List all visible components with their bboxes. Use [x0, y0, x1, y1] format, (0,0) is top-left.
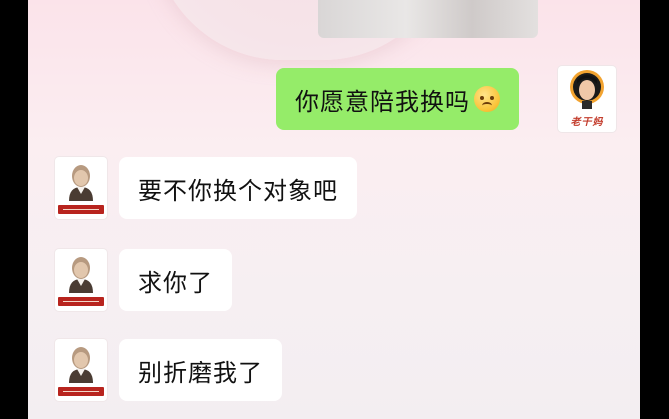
chat-bubble-incoming[interactable]: 求你了 [119, 249, 232, 311]
message-row-incoming: 要不你换个对象吧 [55, 157, 357, 219]
brand-label [58, 205, 104, 214]
contact-avatar[interactable] [55, 157, 107, 219]
portrait-icon [69, 257, 93, 293]
message-row-incoming: 求你了 [55, 249, 232, 311]
self-avatar[interactable]: 老干妈 [558, 66, 616, 132]
message-row-incoming: 别折磨我了 [55, 339, 282, 401]
brand-label [58, 387, 104, 396]
chat-screen: 你愿意陪我换吗 老干妈 要不你换个对象吧 求你了 别折磨我了 [28, 0, 640, 419]
brand-label [58, 297, 104, 306]
chat-bubble-incoming[interactable]: 别折磨我了 [119, 339, 282, 401]
portrait-icon [570, 70, 604, 109]
previous-image-thumbnail[interactable] [318, 0, 538, 38]
video-frame: 你愿意陪我换吗 老干妈 要不你换个对象吧 求你了 别折磨我了 [0, 0, 669, 419]
message-text: 求你了 [138, 268, 213, 297]
brand-logo-text: 老干妈 [570, 117, 604, 128]
self-avatar-wrap: 老干妈 [558, 66, 616, 132]
message-text: 别折磨我了 [138, 358, 263, 387]
message-text: 你愿意陪我换吗 [295, 87, 470, 116]
portrait-icon [69, 347, 93, 383]
message-text: 要不你换个对象吧 [138, 176, 338, 205]
contact-avatar[interactable] [55, 249, 107, 311]
portrait-icon [69, 165, 93, 201]
sad-face-icon [474, 86, 500, 112]
contact-avatar[interactable] [55, 339, 107, 401]
chat-bubble-outgoing[interactable]: 你愿意陪我换吗 [276, 68, 519, 130]
chat-bubble-incoming[interactable]: 要不你换个对象吧 [119, 157, 357, 219]
message-row-outgoing: 你愿意陪我换吗 [276, 68, 519, 130]
